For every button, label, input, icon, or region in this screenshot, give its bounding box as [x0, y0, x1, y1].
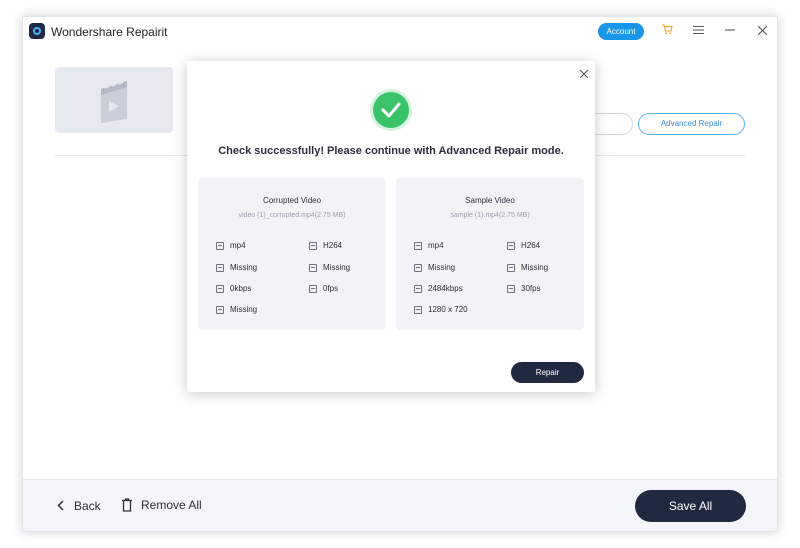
corrupted-video-panel: Corrupted Video video (1)_corrupted.mp4(…: [198, 178, 386, 330]
camera-icon: [507, 263, 515, 272]
trash-icon: [122, 498, 132, 512]
dialog-close-icon[interactable]: [577, 67, 591, 81]
audio-icon: [414, 263, 422, 272]
spec-format: mp4: [414, 241, 444, 250]
save-all-button[interactable]: Save All: [635, 490, 746, 522]
app-title: Wondershare Repairit: [51, 25, 168, 39]
format-icon: [414, 241, 422, 250]
menu-icon[interactable]: [691, 23, 705, 39]
spec-bitrate: 0kbps: [216, 284, 251, 293]
panel-title: Sample Video: [465, 196, 515, 205]
back-button[interactable]: Back: [57, 498, 101, 514]
spec-camera: Missing: [309, 263, 350, 272]
format-icon: [216, 241, 224, 250]
back-label: Back: [74, 499, 101, 513]
framerate-icon: [507, 284, 515, 293]
resolution-icon: [414, 305, 422, 314]
spec-audio: Missing: [216, 263, 257, 272]
minimize-icon[interactable]: [723, 23, 737, 39]
cart-icon[interactable]: [660, 23, 674, 39]
spec-resolution: Missing: [216, 305, 257, 314]
framerate-icon: [309, 284, 317, 293]
sample-video-panel: Sample Video sample (1).mp4(2.75 MB) mp4…: [396, 178, 584, 330]
remove-all-button[interactable]: Remove All: [121, 498, 202, 512]
spec-format: mp4: [216, 241, 246, 250]
spec-resolution: 1280 x 720: [414, 305, 468, 314]
video-thumbnail: [55, 67, 173, 133]
app-logo-icon: [29, 23, 45, 39]
spec-codec: H264: [309, 241, 342, 250]
advanced-repair-button[interactable]: Advanced Repair: [638, 113, 745, 135]
footer-bar: Back Remove All Save All: [23, 479, 777, 531]
bitrate-icon: [414, 284, 422, 293]
audio-icon: [216, 263, 224, 272]
account-button[interactable]: Account: [598, 23, 644, 40]
close-icon[interactable]: [755, 23, 769, 39]
spec-camera: Missing: [507, 263, 548, 272]
resolution-icon: [216, 305, 224, 314]
repair-button[interactable]: Repair: [511, 362, 584, 383]
codec-icon: [507, 241, 515, 250]
panel-title: Corrupted Video: [262, 196, 322, 205]
camera-icon: [309, 263, 317, 272]
remove-all-label: Remove All: [141, 498, 202, 512]
spec-bitrate: 2484kbps: [414, 284, 463, 293]
bitrate-icon: [216, 284, 224, 293]
check-result-dialog: Check successfully! Please continue with…: [187, 61, 595, 392]
chevron-left-icon: [57, 498, 64, 514]
spec-audio: Missing: [414, 263, 455, 272]
check-icon: [373, 92, 409, 128]
file-name: sample (1).mp4(2.75 MB): [450, 212, 530, 219]
video-file-icon: [101, 81, 127, 123]
title-bar: Wondershare Repairit Account: [23, 17, 777, 47]
spec-codec: H264: [507, 241, 540, 250]
codec-icon: [309, 241, 317, 250]
file-name: video (1)_corrupted.mp4(2.75 MB): [238, 212, 346, 219]
spec-framerate: 0fps: [309, 284, 338, 293]
dialog-message: Check successfully! Please continue with…: [218, 145, 564, 157]
spec-framerate: 30fps: [507, 284, 541, 293]
